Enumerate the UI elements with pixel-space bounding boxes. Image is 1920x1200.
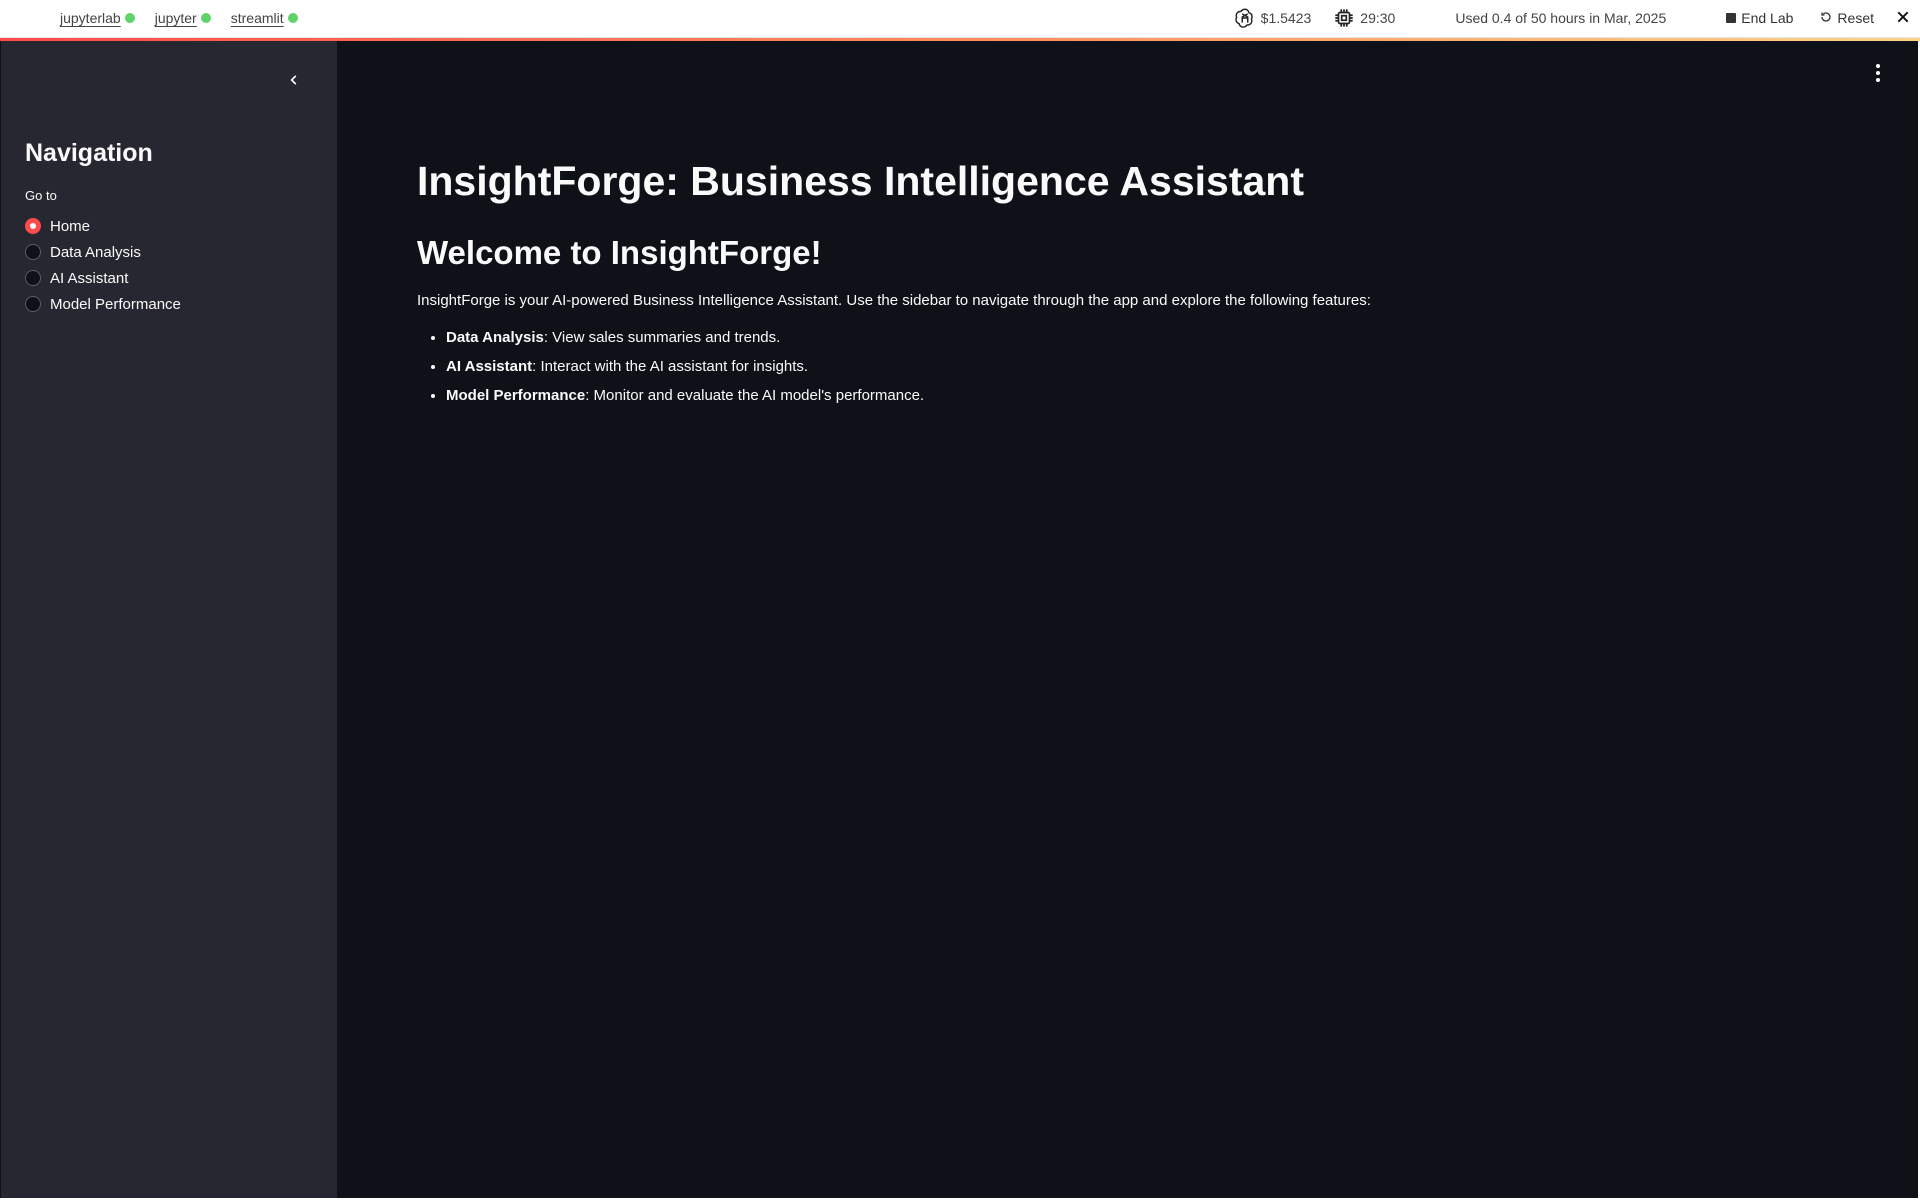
tab-label: jupyter — [154, 10, 197, 26]
chevron-left-icon — [287, 73, 301, 92]
cost-meter: $1.5423 — [1234, 7, 1312, 29]
end-lab-button[interactable]: End Lab — [1726, 10, 1793, 26]
topbar-right: $1.5423 29:30 Used 0.4 of 50 hours in Ma… — [1234, 0, 1920, 36]
radio-option-home[interactable]: Home — [25, 213, 181, 239]
reset-label: Reset — [1837, 10, 1874, 26]
list-item: AI Assistant: Interact with the AI assis… — [446, 358, 1717, 375]
sidebar-title: Navigation — [25, 139, 153, 167]
feature-desc: : Interact with the AI assistant for ins… — [532, 358, 809, 376]
tab-label: jupyterlab — [60, 10, 121, 26]
radio-option-ai-assistant[interactable]: AI Assistant — [25, 265, 181, 291]
main-content: InsightForge: Business Intelligence Assi… — [337, 41, 1918, 1198]
openai-logo-icon — [1234, 7, 1256, 29]
radio-option-model-performance[interactable]: Model Performance — [25, 291, 181, 317]
status-dot-icon — [287, 13, 298, 23]
lab-topbar: jupyterlab jupyter streamlit $1.5423 29:… — [0, 0, 1920, 38]
reset-button[interactable]: Reset — [1820, 10, 1874, 26]
cost-value: $1.5423 — [1260, 10, 1312, 26]
radio-unchecked-icon — [25, 244, 41, 260]
radio-label: Home — [50, 217, 91, 235]
list-item: Data Analysis: View sales summaries and … — [446, 329, 1717, 346]
end-lab-label: End Lab — [1741, 10, 1794, 26]
timer-meter: 29:30 — [1333, 7, 1395, 29]
radio-unchecked-icon — [25, 270, 41, 286]
radio-label: Model Performance — [50, 295, 181, 313]
radio-group-label: Go to — [25, 188, 57, 203]
tab-jupyterlab[interactable]: jupyterlab — [60, 10, 135, 26]
page-title: InsightForge: Business Intelligence Assi… — [417, 158, 1304, 204]
reset-icon — [1820, 10, 1832, 26]
usage-text: Used 0.4 of 50 hours in Mar, 2025 — [1455, 10, 1667, 26]
main-menu-button[interactable] — [1868, 61, 1888, 85]
feature-name: AI Assistant — [446, 358, 533, 376]
tab-streamlit[interactable]: streamlit — [231, 10, 298, 26]
welcome-heading: Welcome to InsightForge! — [417, 234, 822, 272]
status-dot-icon — [200, 13, 211, 23]
timer-value: 29:30 — [1360, 10, 1396, 26]
content-block: InsightForge: Business Intelligence Assi… — [417, 157, 1717, 416]
stop-icon — [1726, 13, 1737, 23]
list-item: Model Performance: Monitor and evaluate … — [446, 387, 1717, 404]
close-icon[interactable] — [1896, 10, 1910, 27]
feature-name: Data Analysis — [446, 329, 544, 347]
cpu-chip-icon — [1333, 7, 1355, 29]
sidebar: Navigation Go to Home Data Analysis AI A… — [1, 41, 337, 1198]
feature-desc: : View sales summaries and trends. — [543, 329, 781, 347]
radio-option-data-analysis[interactable]: Data Analysis — [25, 239, 181, 265]
tab-label: streamlit — [230, 10, 284, 26]
kebab-dot — [1876, 78, 1880, 82]
status-dot-icon — [124, 13, 135, 23]
kebab-dot — [1876, 64, 1880, 68]
lab-tabs: jupyterlab jupyter streamlit — [60, 0, 298, 36]
tab-jupyter[interactable]: jupyter — [155, 10, 211, 26]
feature-list: Data Analysis: View sales summaries and … — [417, 329, 1717, 404]
feature-desc: : Monitor and evaluate the AI model's pe… — [585, 387, 925, 405]
nav-radio-group: Home Data Analysis AI Assistant Model Pe… — [25, 213, 181, 317]
feature-name: Model Performance — [446, 387, 586, 405]
collapse-sidebar-button[interactable] — [279, 67, 309, 97]
intro-paragraph: InsightForge is your AI-powered Business… — [417, 292, 1371, 310]
radio-checked-icon — [25, 218, 41, 234]
radio-unchecked-icon — [25, 296, 41, 312]
radio-label: AI Assistant — [50, 269, 129, 287]
kebab-dot — [1876, 71, 1880, 75]
radio-label: Data Analysis — [50, 243, 141, 261]
